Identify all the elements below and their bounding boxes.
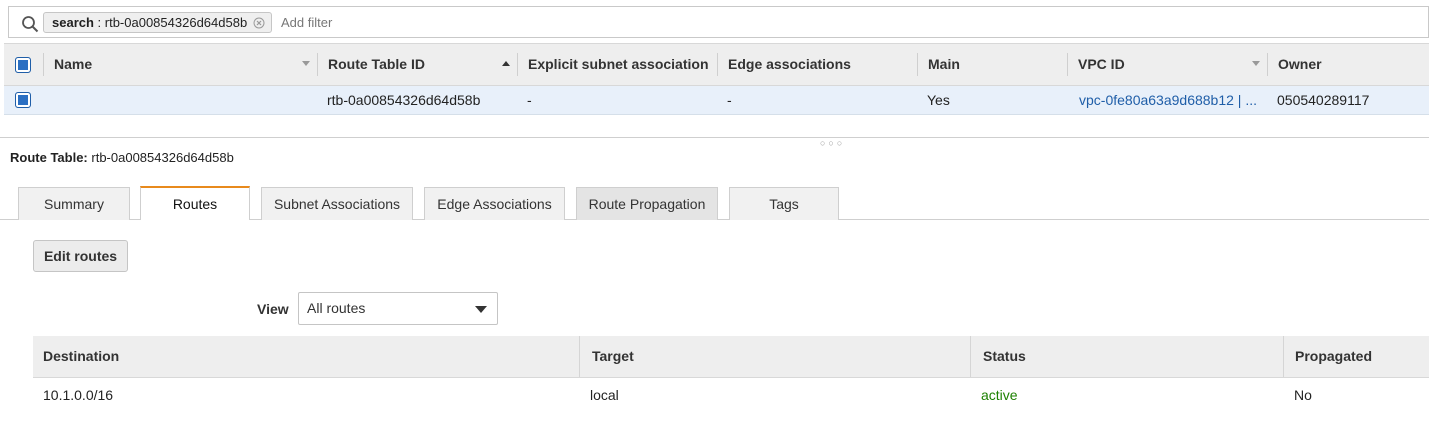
tab-summary[interactable]: Summary [18, 187, 130, 220]
cell-name [54, 86, 314, 114]
column-header-explicit-subnet-association[interactable]: Explicit subnet association [518, 44, 708, 85]
column-divider [579, 336, 580, 377]
filter-chip-value: rtb-0a00854326d64d58b [104, 15, 248, 30]
cell-main: Yes [927, 92, 950, 108]
column-header-edge-associations[interactable]: Edge associations [718, 44, 914, 85]
routes-table-header: Destination Target Status Propagated [33, 336, 1429, 378]
tab-routes[interactable]: Routes [140, 186, 250, 220]
select-all-checkbox[interactable] [15, 57, 31, 73]
filter-chip-key: search [52, 15, 94, 30]
sort-caret-icon[interactable] [502, 61, 510, 66]
column-header-name[interactable]: Name [44, 44, 314, 85]
tab-tags[interactable]: Tags [729, 187, 839, 220]
view-label: View [257, 301, 289, 317]
column-header-target[interactable]: Target [582, 336, 970, 377]
table-row[interactable]: rtb-0a00854326d64d58b - - Yes vpc-0fe80a… [4, 86, 1429, 115]
filter-chip-separator: : [93, 15, 105, 30]
filter-chip[interactable]: search : rtb-0a00854326d64d58b [43, 12, 273, 33]
cell-status: active [981, 387, 1018, 403]
column-header-destination[interactable]: Destination [33, 336, 578, 377]
cell-propagated: No [1294, 387, 1312, 403]
column-header-main[interactable]: Main [918, 44, 1064, 85]
add-filter-input[interactable]: Add filter [281, 15, 332, 30]
cell-edge-associations: - [727, 92, 732, 108]
view-select-value: All routes [307, 300, 366, 316]
column-header-route-table-id[interactable]: Route Table ID [318, 44, 514, 85]
column-divider [1283, 336, 1284, 377]
dropdown-caret-icon [475, 306, 487, 313]
sort-caret-icon[interactable] [302, 61, 310, 66]
tab-route-propagation[interactable]: Route Propagation [576, 187, 718, 220]
route-table-label: Route Table: [10, 150, 88, 165]
view-select[interactable]: All routes [298, 292, 498, 325]
search-icon [22, 16, 39, 33]
vpc-id-link[interactable]: vpc-0fe80a63a9d688b12 | ... [1079, 86, 1262, 114]
edit-routes-button[interactable]: Edit routes [33, 240, 128, 272]
cell-destination: 10.1.0.0/16 [43, 387, 114, 403]
tab-edge-associations[interactable]: Edge Associations [424, 187, 565, 220]
route-tables-header: Name Route Table ID Explicit subnet asso… [4, 43, 1429, 86]
cell-route-table-id: rtb-0a00854326d64d58b [327, 92, 481, 108]
splitter-handle-icon[interactable]: ○○○ [820, 138, 845, 148]
tab-subnet-associations[interactable]: Subnet Associations [261, 187, 413, 220]
route-table-id: rtb-0a00854326d64d58b [91, 150, 234, 165]
clear-filter-icon[interactable] [253, 17, 265, 29]
route-row: 10.1.0.0/16 local active No [33, 379, 1429, 411]
column-divider [970, 336, 971, 377]
sort-caret-icon[interactable] [1252, 61, 1260, 66]
column-header-propagated[interactable]: Propagated [1285, 336, 1425, 377]
row-checkbox[interactable] [15, 92, 31, 108]
cell-target: local [590, 387, 619, 403]
cell-explicit-subnet-association: - [527, 92, 532, 108]
cell-owner: 050540289117 [1277, 92, 1370, 108]
column-header-owner[interactable]: Owner [1268, 44, 1428, 85]
column-header-status[interactable]: Status [973, 336, 1283, 377]
column-header-vpc-id[interactable]: VPC ID [1068, 44, 1264, 85]
filter-bar[interactable]: search : rtb-0a00854326d64d58b Add filte… [8, 6, 1429, 38]
route-table-title: Route Table: rtb-0a00854326d64d58b [10, 150, 234, 165]
panel-splitter[interactable] [0, 137, 1429, 138]
